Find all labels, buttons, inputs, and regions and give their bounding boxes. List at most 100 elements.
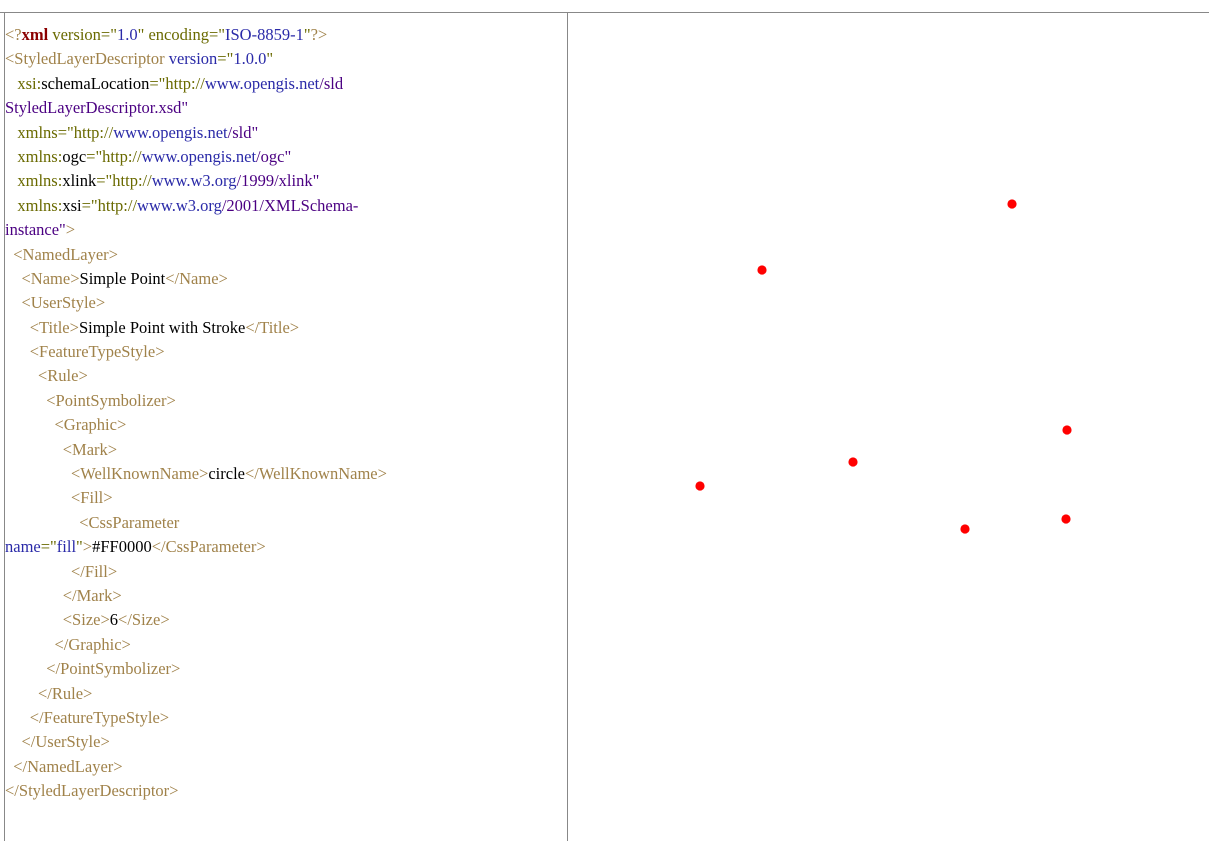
code-token: =": [217, 49, 234, 69]
code-token: <WellKnownName>: [5, 464, 209, 484]
code-token: " encoding=": [137, 25, 225, 44]
code-token: </UserStyle>: [5, 732, 110, 752]
code-line: </NamedLayer>: [5, 755, 565, 779]
code-token: www.opengis.net: [204, 73, 320, 93]
code-line: <Name>Simple Point</Name>: [5, 267, 565, 291]
code-token: ISO-8859-1: [225, 25, 304, 44]
code-token: #FF0000: [92, 537, 152, 557]
code-line: name="fill">#FF0000</CssParameter>: [5, 535, 565, 559]
code-token: /2001/XMLSchema-: [221, 195, 359, 215]
code-token: schemaLocation: [41, 73, 150, 93]
code-token: </WellKnownName>: [244, 464, 387, 484]
code-token: ="http://: [149, 73, 205, 93]
code-token: name: [5, 537, 41, 557]
code-token: /sld": [227, 122, 259, 142]
code-token: <Name>: [5, 268, 80, 288]
code-token: version: [168, 49, 218, 69]
code-line: <?xml version="1.0" encoding="ISO-8859-1…: [5, 23, 565, 47]
code-token: </StyledLayerDescriptor>: [5, 781, 179, 801]
code-token: xmlns:: [5, 195, 63, 215]
code-token: /sld: [319, 73, 344, 93]
code-token: ": [303, 25, 311, 44]
code-token: </Mark>: [5, 585, 122, 605]
code-line: xmlns:xsi="http://www.w3.org/2001/XMLSch…: [5, 194, 565, 218]
code-token: <CssParameter: [5, 512, 180, 532]
code-token: 1.0.0: [233, 49, 267, 69]
code-line: <UserStyle>: [5, 291, 565, 315]
code-token: <Fill>: [5, 488, 113, 508]
code-token: ="http://: [86, 146, 142, 166]
code-token: </Title>: [245, 317, 300, 337]
code-line: <Fill>: [5, 486, 565, 510]
code-token: <FeatureTypeStyle>: [5, 342, 165, 362]
code-token: ogc: [62, 146, 87, 166]
code-token: www.w3.org: [137, 195, 222, 215]
code-token: xlink: [62, 171, 97, 191]
map-preview-panel: [569, 13, 1209, 841]
point-marker: [1007, 199, 1017, 209]
code-token: ": [266, 49, 274, 69]
code-token: </FeatureTypeStyle>: [5, 707, 170, 727]
code-token: =": [40, 537, 57, 557]
code-token: </CssParameter>: [151, 537, 266, 557]
code-token: xmlns="http://: [5, 122, 114, 142]
code-token: xml: [21, 25, 49, 44]
code-line: <StyledLayerDescriptor version="1.0.0": [5, 47, 565, 71]
point-marker: [960, 524, 970, 534]
code-line: </StyledLayerDescriptor>: [5, 779, 565, 803]
code-token: <Rule>: [5, 366, 88, 386]
code-token: 6: [109, 610, 119, 630]
code-token: xmlns:: [5, 171, 63, 191]
code-token: ": [76, 537, 83, 557]
code-token: version=": [48, 25, 117, 44]
code-token: www.w3.org: [151, 171, 237, 191]
point-marker: [1062, 425, 1072, 435]
code-line: </Rule>: [5, 682, 565, 706]
code-token: StyledLayerDescriptor.xsd": [5, 98, 189, 118]
code-line: <Size>6</Size>: [5, 608, 565, 632]
code-token: <Title>: [5, 317, 79, 337]
code-token: xsi:: [5, 73, 42, 93]
code-token: </Size>: [118, 610, 170, 630]
code-line: <Graphic>: [5, 413, 565, 437]
code-line: </Graphic>: [5, 633, 565, 657]
code-token: <UserStyle>: [5, 293, 106, 313]
code-line: <Title>Simple Point with Stroke</Title>: [5, 316, 565, 340]
code-line: <Mark>: [5, 438, 565, 462]
code-token: </Name>: [165, 268, 228, 288]
code-token: fill: [56, 537, 77, 557]
code-token: </PointSymbolizer>: [5, 659, 181, 679]
code-token: www.opengis.net: [113, 122, 228, 142]
code-token: </Graphic>: [5, 634, 131, 654]
point-marker: [1061, 514, 1071, 524]
code-line: <CssParameter: [5, 511, 565, 535]
code-line: </Mark>: [5, 584, 565, 608]
code-line: </Fill>: [5, 560, 565, 584]
code-token: circle: [208, 464, 245, 484]
code-line: xmlns:xlink="http://www.w3.org/1999/xlin…: [5, 169, 565, 193]
code-line: </PointSymbolizer>: [5, 657, 565, 681]
code-token: Simple Point with Stroke: [78, 317, 246, 337]
code-line: <Rule>: [5, 364, 565, 388]
code-token: ?>: [310, 25, 328, 44]
code-line: </FeatureTypeStyle>: [5, 706, 565, 730]
code-line: xmlns:ogc="http://www.opengis.net/ogc": [5, 145, 565, 169]
sld-code-panel: <?xml version="1.0" encoding="ISO-8859-1…: [4, 12, 568, 841]
code-line: <FeatureTypeStyle>: [5, 340, 565, 364]
code-token: www.opengis.net: [141, 146, 257, 166]
code-line: <WellKnownName>circle</WellKnownName>: [5, 462, 565, 486]
code-line: <NamedLayer>: [5, 243, 565, 267]
code-token: 1.0: [116, 25, 138, 44]
point-marker: [695, 481, 705, 491]
code-token: /1999/xlink": [236, 171, 320, 191]
code-token: ="http://: [81, 195, 138, 215]
code-token: instance": [5, 220, 66, 240]
code-token: <NamedLayer>: [5, 244, 118, 264]
code-token: ="http://: [96, 171, 152, 191]
map-preview: [695, 199, 1072, 534]
code-token: <StyledLayerDescriptor: [5, 49, 169, 69]
sld-xml-listing: <?xml version="1.0" encoding="ISO-8859-1…: [5, 23, 565, 804]
code-token: <Mark>: [5, 439, 118, 459]
code-token: </NamedLayer>: [5, 756, 123, 776]
code-token: </Fill>: [5, 561, 118, 581]
